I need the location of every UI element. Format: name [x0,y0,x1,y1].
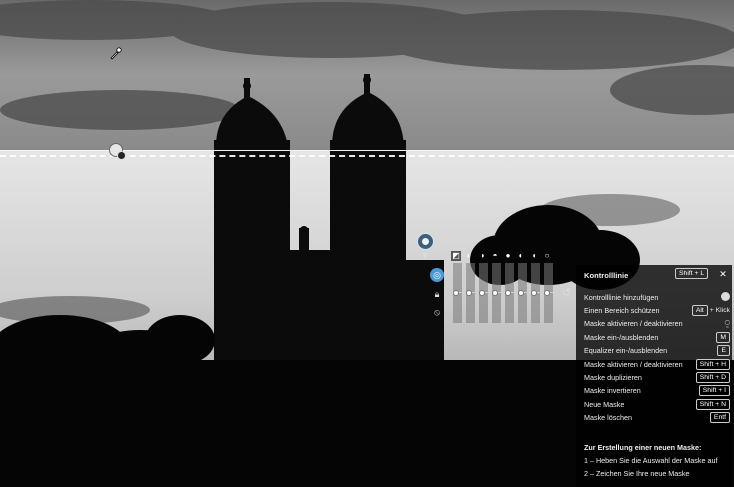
structure-icon[interactable]: ○ [542,251,552,261]
blacks-icon[interactable]: ◐ [516,251,526,261]
help-panel-header: Kontrolllinie Shift + L ✕ [576,265,732,283]
help-panel: Kontrolllinie Shift + L ✕ Kontrolllinie … [576,265,732,487]
exposure-icon[interactable]: ◩ [451,251,461,261]
control-line-transition[interactable] [0,155,734,157]
shortcut-key: Alt [691,305,708,316]
help-row: Maske ein-/ausblenden M [584,332,730,344]
chevron-down-icon[interactable]: ▼ [421,251,429,260]
equalizer-icons: ◩ ◐ ◑ ◓ ● ◐ ◖ ○ [451,251,552,261]
help-panel-title: Kontrolllinie [584,271,629,280]
mask-pin-icon[interactable] [417,233,434,250]
mask-toggle-icon: ⍜ [724,318,730,328]
whites-icon[interactable]: ● [503,251,513,261]
equalizer-knob[interactable] [518,290,524,296]
brightness-icon[interactable]: ◑ [477,251,487,261]
equalizer-knob[interactable] [466,290,472,296]
shortcut-key: Shift + N [695,399,730,410]
help-row: Einen Bereich schützen Alt + Klick [584,305,730,316]
help-row: Neue Maske Shift + N [584,399,730,411]
close-icon[interactable]: ✕ [717,268,729,280]
help-row: Equalizer ein-/ausblenden E [584,345,730,357]
shortcut-key: Shift + H [695,359,730,370]
handle-rotate-icon[interactable] [117,151,126,160]
eyedropper-icon[interactable] [108,47,122,61]
help-row: Maske aktivieren / deaktivieren ⍜ [584,318,730,328]
contrast-icon[interactable]: ◐ [464,251,474,261]
control-line-tool-icon[interactable]: ◎ [430,268,444,282]
equalizer-knob[interactable] [492,290,498,296]
help-step: 1 – Heben Sie die Auswahl der Maske auf [584,456,718,465]
help-row: Maske löschen Entf [584,412,730,424]
saturation-icon[interactable]: ◖ [529,251,539,261]
equalizer-knob[interactable] [544,290,550,296]
mask-toggle-icon[interactable]: ⦸ [430,305,444,319]
mask-pin-icon [721,292,730,301]
shortcut-key: Entf [709,412,730,423]
shortcut-key: M [716,332,730,343]
shortcut-key: Shift + I [698,385,730,396]
shortcut-key: E [717,345,730,356]
help-row: Maske duplizieren Shift + D [584,372,730,384]
shadows-icon[interactable]: ◓ [490,251,500,261]
equalizer-knob[interactable] [479,290,485,296]
help-row: Maske aktivieren / deaktivieren Shift + … [584,359,730,371]
equalizer-knob[interactable] [453,290,459,296]
help-row: Kontrolllinie hinzufügen [584,292,730,304]
shortcut-key: Shift + D [695,372,730,383]
reset-icon[interactable]: ↺ [562,286,571,299]
help-row: Maske invertieren Shift + I [584,385,730,397]
equalizer-knob[interactable] [531,290,537,296]
shortcut-key: Shift + L [675,268,709,279]
help-step: 2 – Zeichen Sie Ihre neue Maske [584,469,690,478]
protect-area-icon[interactable]: 🔒︎ [430,287,444,301]
help-subtitle: Zur Erstellung einer neuen Maske: [584,443,702,452]
equalizer-knob[interactable] [505,290,511,296]
